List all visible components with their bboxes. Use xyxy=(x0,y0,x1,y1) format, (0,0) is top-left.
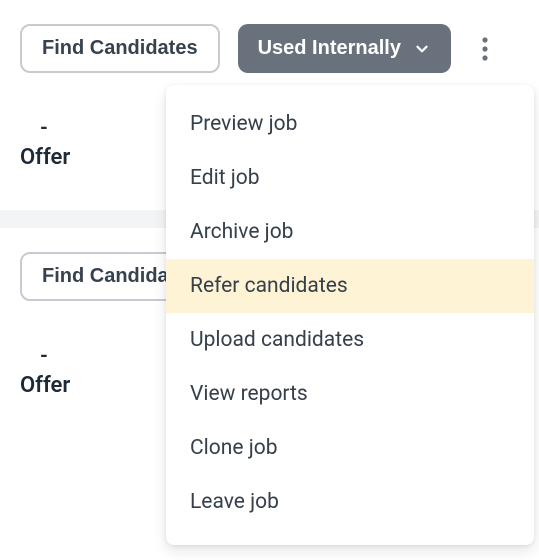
dropdown-item-edit-job[interactable]: Edit job xyxy=(166,151,534,205)
dropdown-item-preview-job[interactable]: Preview job xyxy=(166,97,534,151)
toolbar: Find Candidates Used Internally xyxy=(20,24,519,73)
dropdown-item-upload-candidates[interactable]: Upload candidates xyxy=(166,313,534,367)
dropdown-item-refer-candidates[interactable]: Refer candidates xyxy=(166,259,534,313)
more-vertical-icon xyxy=(482,37,488,61)
actions-dropdown: Preview jobEdit jobArchive jobRefer cand… xyxy=(166,85,534,545)
dropdown-item-clone-job[interactable]: Clone job xyxy=(166,421,534,475)
dropdown-item-leave-job[interactable]: Leave job xyxy=(166,475,534,529)
page: Find Candidates Used Internally - Offer xyxy=(0,0,539,560)
find-candidates-button[interactable]: Find Candidates xyxy=(20,24,220,73)
status-dropdown-label: Used Internally xyxy=(258,37,401,60)
status-dropdown-button[interactable]: Used Internally xyxy=(238,24,451,73)
dropdown-item-view-reports[interactable]: View reports xyxy=(166,367,534,421)
chevron-down-icon xyxy=(413,40,431,58)
dropdown-item-archive-job[interactable]: Archive job xyxy=(166,205,534,259)
more-actions-button[interactable] xyxy=(469,33,501,65)
